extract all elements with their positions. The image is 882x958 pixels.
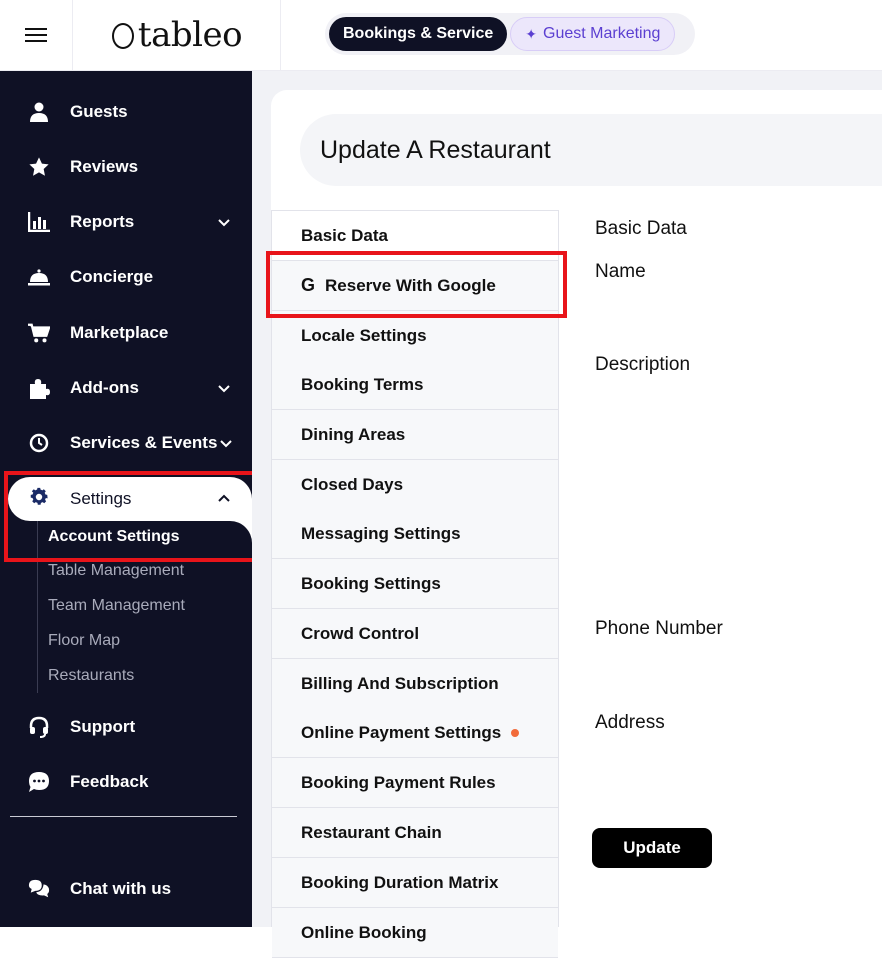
menu-locale-settings[interactable]: Locale Settings <box>272 311 558 361</box>
hamburger-icon <box>25 26 47 44</box>
menu-billing-subscription[interactable]: Billing And Subscription <box>272 659 558 709</box>
submenu-team-management[interactable]: Team Management <box>48 597 185 615</box>
menu-messaging-settings[interactable]: Messaging Settings <box>272 509 558 559</box>
hamburger-menu-button[interactable] <box>0 0 73 70</box>
phone-number-label: Phone Number <box>595 618 723 639</box>
sidebar-divider <box>10 816 237 817</box>
menu-booking-payment-rules[interactable]: Booking Payment Rules <box>272 758 558 808</box>
name-label: Name <box>595 261 646 282</box>
menu-closed-days[interactable]: Closed Days <box>272 460 558 510</box>
sidebar-item-feedback[interactable]: Feedback <box>0 758 252 806</box>
logo[interactable]: tableo <box>74 0 281 70</box>
menu-restaurant-chain[interactable]: Restaurant Chain <box>272 808 558 858</box>
logo-text: tableo <box>137 15 243 55</box>
menu-booking-duration-matrix[interactable]: Booking Duration Matrix <box>272 858 558 908</box>
sidebar-item-chat-with-us[interactable]: Chat with us <box>0 865 252 913</box>
highlight-box-reserve-google <box>266 251 567 318</box>
section-title: Basic Data <box>595 218 687 239</box>
description-label: Description <box>595 354 691 375</box>
chevron-down-icon <box>220 440 232 448</box>
menu-item-label: Online Payment Settings <box>301 722 502 742</box>
service-bell-icon <box>28 266 50 288</box>
menu-crowd-control[interactable]: Crowd Control <box>272 609 558 659</box>
sidebar-item-label: Add-ons <box>70 378 139 397</box>
chat-bubbles-icon <box>28 878 50 900</box>
chat-bubble-icon <box>28 771 50 793</box>
sidebar-item-reports[interactable]: Reports <box>0 198 252 246</box>
sidebar-item-concierge[interactable]: Concierge <box>0 253 252 301</box>
sidebar-item-label: Guests <box>70 102 128 121</box>
sidebar-item-label: Reports <box>70 212 135 231</box>
menu-online-payment-settings[interactable]: Online Payment Settings <box>272 708 558 758</box>
submenu-floor-map[interactable]: Floor Map <box>48 632 120 650</box>
top-bar: tableo Bookings & Service ✦ Guest Market… <box>0 0 882 71</box>
headset-icon <box>28 716 50 738</box>
submenu-restaurants[interactable]: Restaurants <box>48 667 134 685</box>
sidebar-item-label: Concierge <box>70 267 154 286</box>
puzzle-icon <box>28 377 50 399</box>
clock-icon <box>28 432 50 454</box>
sidebar-item-label: Support <box>70 717 136 736</box>
chevron-down-icon <box>218 385 230 393</box>
menu-booking-terms[interactable]: Booking Terms <box>272 360 558 410</box>
sidebar-item-label: Reviews <box>70 157 139 176</box>
bar-chart-icon <box>28 211 50 233</box>
sidebar-item-label: Chat with us <box>70 879 172 898</box>
chevron-down-icon <box>218 219 230 227</box>
sidebar-item-label: Services & Events <box>70 433 218 452</box>
menu-booking-settings[interactable]: Booking Settings <box>272 559 558 609</box>
menu-dining-areas[interactable]: Dining Areas <box>272 410 558 460</box>
sidebar-item-reviews[interactable]: Reviews <box>0 143 252 191</box>
sidebar-item-label: Marketplace <box>70 323 169 342</box>
sidebar-item-services-events[interactable]: Services & Events <box>0 419 252 467</box>
cart-icon <box>28 322 50 344</box>
sidebar-item-guests[interactable]: Guests <box>0 88 252 136</box>
update-button[interactable]: Update <box>592 828 712 868</box>
star-icon <box>28 156 50 178</box>
sidebar-item-label: Feedback <box>70 772 149 791</box>
submenu-table-management[interactable]: Table Management <box>48 562 184 580</box>
sparkle-icon: ✦ <box>525 25 538 42</box>
mode-bookings-service[interactable]: Bookings & Service <box>329 17 508 51</box>
mode-guest-marketing[interactable]: ✦ Guest Marketing <box>510 17 676 51</box>
page-title: Update A Restaurant <box>300 114 882 186</box>
address-label: Address <box>595 712 665 733</box>
notification-dot-icon <box>511 728 520 737</box>
mode-guest-marketing-label: Guest Marketing <box>543 25 661 42</box>
menu-online-booking[interactable]: Online Booking <box>272 908 558 958</box>
sidebar-item-add-ons[interactable]: Add-ons <box>0 364 252 412</box>
user-icon <box>28 101 50 123</box>
sidebar-item-support[interactable]: Support <box>0 703 252 751</box>
sidebar-item-marketplace[interactable]: Marketplace <box>0 309 252 357</box>
highlight-box-settings <box>4 471 258 562</box>
mode-switch: Bookings & Service ✦ Guest Marketing <box>325 13 695 55</box>
